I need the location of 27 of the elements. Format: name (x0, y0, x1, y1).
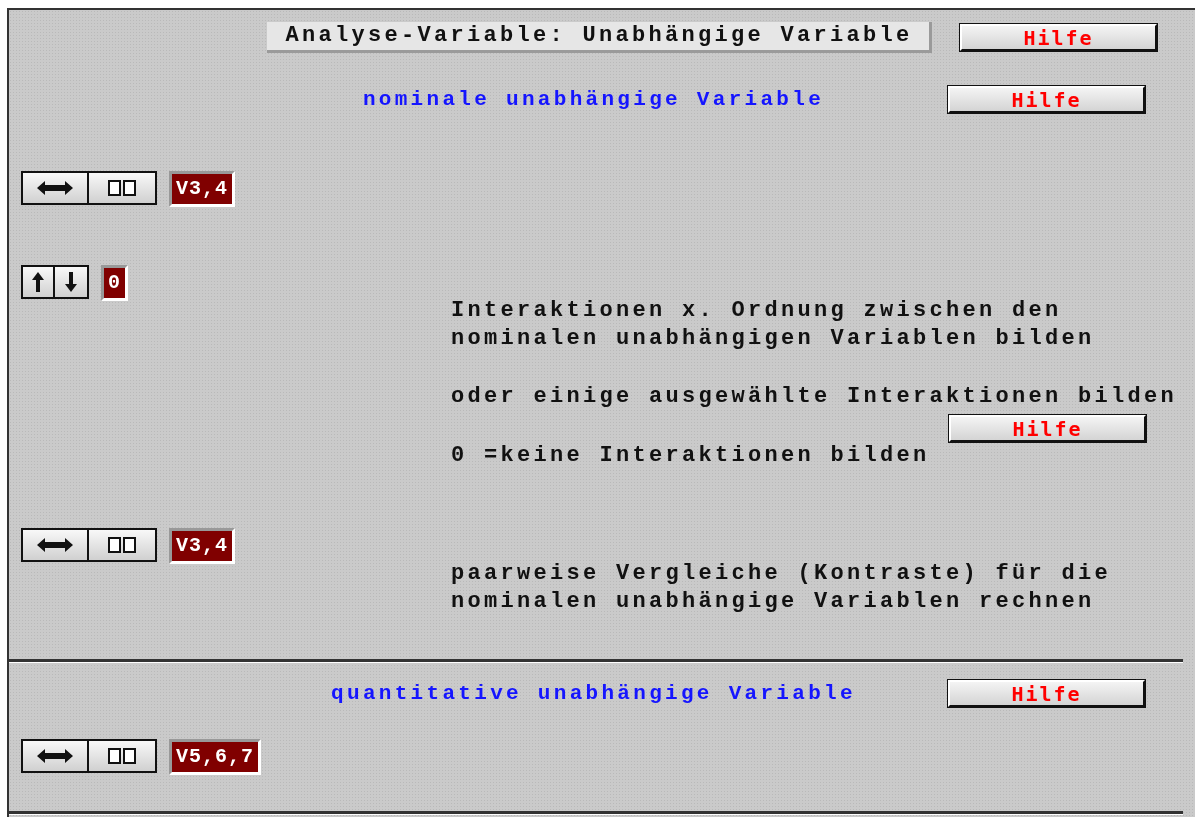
columns-icon (108, 537, 136, 553)
double-arrow-icon (37, 538, 73, 552)
down-arrow-icon (65, 272, 77, 292)
columns-button[interactable] (89, 173, 155, 203)
section-heading: nominale unabhängige Variable (362, 88, 825, 111)
double-arrow-icon (37, 181, 73, 195)
note-text: 0 =keine Interaktionen bilden (451, 442, 931, 470)
columns-icon (108, 180, 136, 196)
section-heading: quantitative unabhängige Variable (331, 682, 856, 705)
swap-button[interactable] (23, 741, 89, 771)
swap-button[interactable] (23, 173, 89, 203)
decrease-button[interactable] (55, 267, 87, 297)
description-text: paarweise Vergleiche (Kontraste) für die nominalen unabhängige Variablen rechnen (451, 560, 1113, 616)
description-text: Interaktionen x. Ordnung zwischen den nominalen unabhängigen Variablen bilden (451, 297, 1096, 353)
up-arrow-icon (32, 272, 44, 292)
value-field[interactable]: V3,4 (169, 528, 235, 564)
description-text: oder einige ausgewählte Interaktionen bilden (451, 383, 1179, 411)
increase-button[interactable] (23, 267, 55, 297)
columns-button[interactable] (89, 741, 155, 771)
value-field[interactable]: V5,6,7 (169, 739, 261, 775)
dialog-title: Analyse-Variable: Unabhängige Variable (267, 22, 932, 53)
swap-button[interactable] (23, 530, 89, 560)
value-field[interactable]: V3,4 (169, 171, 235, 207)
columns-button[interactable] (89, 530, 155, 560)
value-field[interactable]: 0 (101, 265, 128, 301)
columns-icon (108, 748, 136, 764)
double-arrow-icon (37, 749, 73, 763)
